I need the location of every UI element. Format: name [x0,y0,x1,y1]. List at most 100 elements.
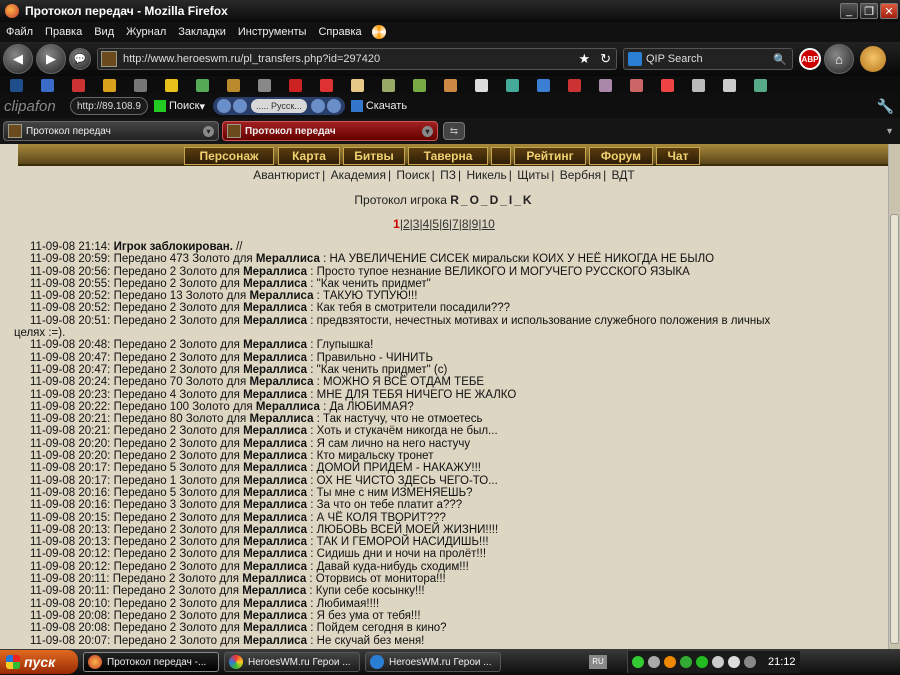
search-placeholder[interactable]: QIP Search [646,53,773,65]
magnifier-icon[interactable]: 🔍 [773,53,787,66]
log-recipient-link[interactable]: Мераллиса [243,278,307,290]
log-recipient-link[interactable]: Мераллиса [243,339,307,351]
next-track-icon[interactable] [326,99,341,113]
log-recipient-link[interactable]: Мераллиса [243,499,307,511]
gamenav-forum[interactable]: Форум [589,147,653,165]
log-recipient-link[interactable]: Мераллиса [243,425,307,437]
sublink[interactable]: Академия [331,168,386,182]
clipafon-search-button[interactable]: Поиск ▾ [153,100,205,113]
menu-bookmarks[interactable]: Закладки [172,26,232,38]
close-button[interactable]: ✕ [880,3,898,19]
log-recipient-link[interactable]: Мераллиса [249,413,313,425]
bookmark-icon[interactable] [537,78,550,92]
bookmark-icon[interactable] [382,78,395,92]
log-recipient-link[interactable]: Мераллиса [256,253,320,265]
bookmark-icon[interactable] [72,78,85,92]
bookmark-icon[interactable] [320,78,333,92]
page-link[interactable]: 10 [481,217,494,231]
gamenav-map[interactable]: Карта [278,147,340,165]
bookmark-icon[interactable] [568,78,581,92]
start-button[interactable]: пуск [0,650,78,674]
bookmark-icon[interactable] [599,78,612,92]
log-recipient-link[interactable]: Мераллиса [243,389,307,401]
url-text[interactable]: http://www.heroeswm.ru/pl_transfers.php?… [123,53,573,65]
menu-help[interactable]: Справка [312,26,367,38]
bookmark-icon[interactable] [506,78,519,92]
back-button[interactable]: ◀ [3,44,33,74]
scrollbar-thumb[interactable] [890,214,899,644]
menu-tools[interactable]: Инструменты [232,26,313,38]
wrench-icon[interactable]: 🔧 [877,98,894,115]
greasemonkey-icon[interactable] [860,46,886,72]
vertical-scrollbar[interactable] [888,144,900,649]
maximize-button[interactable]: ❐ [860,3,878,19]
menu-history[interactable]: Журнал [120,26,172,38]
log-recipient-link[interactable]: Мераллиса [242,573,306,585]
tab-list-chevron-icon[interactable]: ▼ [885,126,894,136]
sublink[interactable]: Авантюрист [253,168,320,182]
player-station[interactable]: ..... Русск... [250,99,307,113]
log-recipient-link[interactable]: Мераллиса [243,438,307,450]
prev-track-icon[interactable] [216,99,231,113]
bookmark-icon[interactable] [723,78,736,92]
bookmark-icon[interactable] [444,78,457,92]
log-recipient-link[interactable]: Мераллиса [249,290,313,302]
gamenav-character[interactable]: Персонаж [184,147,274,165]
log-recipient-link[interactable]: Мераллиса [242,585,306,597]
log-recipient-link[interactable]: Мераллиса [243,315,307,327]
reload-icon[interactable]: ↻ [600,51,611,67]
log-recipient-link[interactable]: Мераллиса [243,561,307,573]
log-recipient-link[interactable]: Мераллиса [243,462,307,474]
log-recipient-link[interactable]: Мераллиса [256,401,320,413]
page-link[interactable]: 7 [452,217,459,231]
tray-icon[interactable] [744,656,756,668]
tray-icon[interactable] [712,656,724,668]
log-recipient-link[interactable]: Мераллиса [243,266,307,278]
page-link[interactable]: 8 [462,217,469,231]
bookmark-icon[interactable] [196,78,209,92]
tab-2-active[interactable]: Протокол передач ▾ [222,121,438,141]
taskbar-item[interactable]: Протокол передач -... [83,652,219,672]
log-recipient-link[interactable]: Мераллиса [243,302,307,314]
home-button[interactable]: ⌂ [824,44,854,74]
page-link[interactable]: 6 [442,217,449,231]
log-recipient-link[interactable]: Мераллиса [243,487,307,499]
bookmark-icon[interactable] [10,78,23,92]
bookmark-icon[interactable] [661,78,674,92]
sublink[interactable]: Никель [466,168,506,182]
bookmark-icon[interactable] [289,78,302,92]
tray-icon[interactable] [632,656,644,668]
bookmark-icon[interactable] [413,78,426,92]
log-recipient-link[interactable]: Мераллиса [243,622,307,634]
bookmark-icon[interactable] [754,78,767,92]
forward-button[interactable]: ▶ [36,44,66,74]
log-recipient-link[interactable]: Мераллиса [243,364,307,376]
adblock-plus-icon[interactable]: ABP [799,48,821,70]
player-name-link[interactable]: R_O_D_I_K [450,193,533,207]
chat-bubble-icon[interactable]: 💬 [69,48,91,70]
bookmark-icon[interactable] [103,78,116,92]
bookmark-icon[interactable] [351,78,364,92]
stop-icon[interactable] [310,99,325,113]
minimize-button[interactable]: _ [840,3,858,19]
tab-close-icon[interactable]: ▾ [203,126,214,137]
bookmark-icon[interactable] [227,78,240,92]
bookmark-icon[interactable] [165,78,178,92]
download-button[interactable]: Скачать [350,100,407,112]
page-link[interactable]: 5 [432,217,439,231]
tray-icon[interactable] [680,656,692,668]
log-recipient-link[interactable]: Мераллиса [243,524,307,536]
sublink[interactable]: Поиск [396,168,429,182]
menu-view[interactable]: Вид [88,26,120,38]
bookmark-icon[interactable] [41,78,54,92]
page-link[interactable]: 4 [423,217,430,231]
url-bar[interactable]: http://www.heroeswm.ru/pl_transfers.php?… [97,48,617,70]
tab-1[interactable]: Протокол передач ▾ [3,121,219,141]
log-recipient-link[interactable]: Мераллиса [243,598,307,610]
new-tab-button[interactable]: ⇆ [443,122,465,140]
taskbar-item[interactable]: HeroesWM.ru Герои ... [365,652,501,672]
page-link[interactable]: 9 [472,217,479,231]
sublink[interactable]: Вербня [560,168,601,182]
tray-icon[interactable] [648,656,660,668]
tray-icon[interactable] [696,656,708,668]
